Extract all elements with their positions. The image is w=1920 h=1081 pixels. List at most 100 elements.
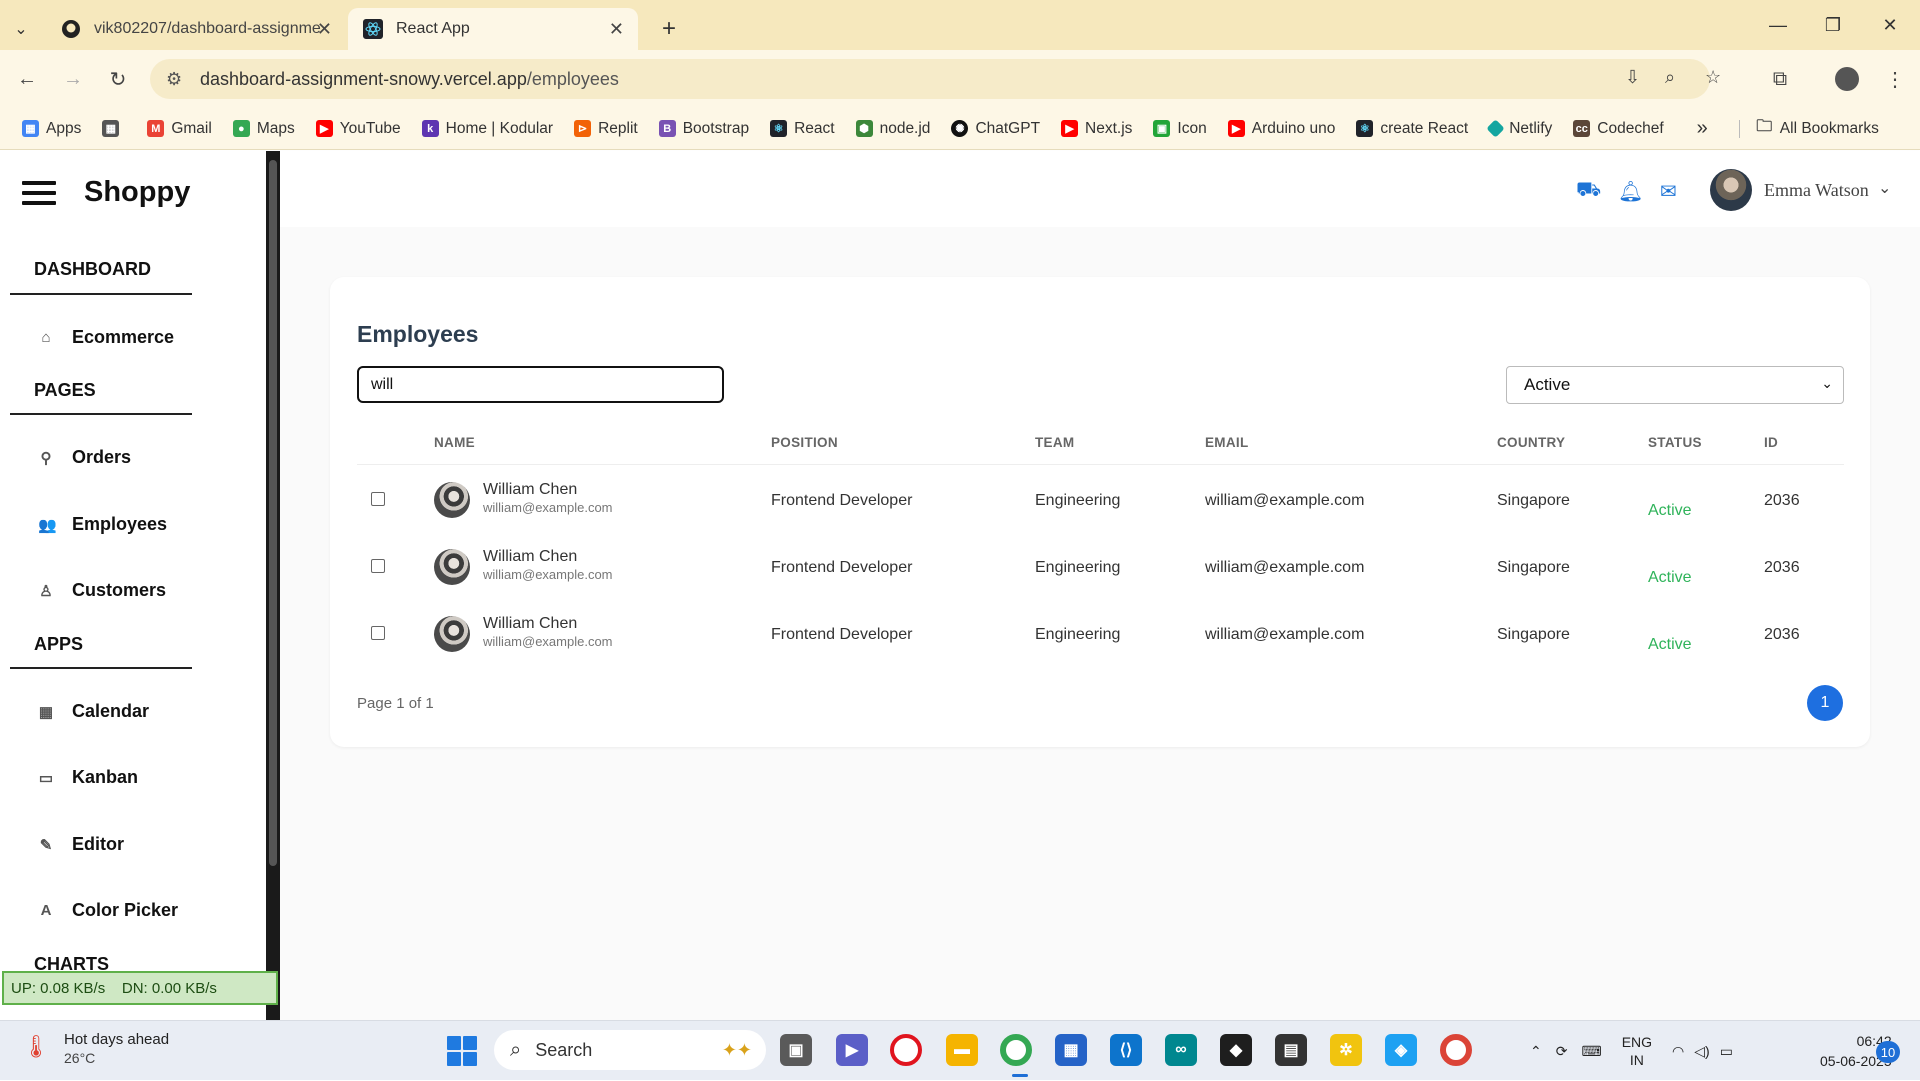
tab-github[interactable]: vik802207/dashboard-assignme ✕ <box>46 8 346 50</box>
react-icon <box>362 18 384 40</box>
teams-icon[interactable]: ▶ <box>836 1034 868 1066</box>
table-row[interactable]: William Chen william@example.com Fronten… <box>357 534 1844 601</box>
sidebar-scrollbar-thumb[interactable] <box>269 160 277 866</box>
weather-temp: 26°C <box>64 1050 96 1066</box>
bookmark-nextjs[interactable]: ▶ Next.js <box>1061 120 1132 138</box>
arduino-icon[interactable]: ∞ <box>1165 1034 1197 1066</box>
sidebar-item-customers[interactable]: ♙ Customers <box>38 580 166 601</box>
status-filter-select[interactable]: Active ⌄ <box>1506 366 1844 404</box>
keyboard-icon[interactable]: ⌨ <box>1581 1043 1601 1060</box>
menu-icon[interactable]: ⋮ <box>1880 64 1910 94</box>
chevron-down-icon[interactable]: ⌄ <box>1878 178 1891 198</box>
bookmark-kodular[interactable]: k Home | Kodular <box>421 120 553 138</box>
bookmark-replit[interactable]: ⊳ Replit <box>574 120 638 138</box>
battery-icon[interactable]: ▭ <box>1720 1043 1733 1060</box>
row-checkbox[interactable] <box>371 626 385 640</box>
messenger-icon[interactable]: ◈ <box>1385 1034 1417 1066</box>
user-name[interactable]: Emma Watson <box>1764 180 1869 201</box>
sidebar-item-ecommerce[interactable]: ⌂ Ecommerce <box>38 327 174 348</box>
bookmark-netlify[interactable]: Netlify <box>1486 119 1552 138</box>
back-icon[interactable]: ← <box>12 64 42 94</box>
install-app-icon[interactable]: ⇩ <box>1625 67 1640 88</box>
minimize-icon[interactable]: — <box>1748 0 1808 50</box>
close-tab-icon[interactable]: ✕ <box>317 19 332 40</box>
hamburger-menu-icon[interactable] <box>22 180 56 205</box>
chevron-up-icon[interactable]: ⌃ <box>1530 1043 1542 1060</box>
opera-icon[interactable] <box>890 1034 922 1066</box>
taskbar-search[interactable]: ⌕ Search ✦✦ <box>494 1030 766 1070</box>
bookmark-react[interactable]: ⚛ React <box>770 120 835 138</box>
bookmarks-overflow-button[interactable]: » <box>1697 117 1708 140</box>
bookmark-bootstrap[interactable]: B Bootstrap <box>658 120 749 138</box>
sidebar-item-kanban[interactable]: ▭ Kanban <box>38 767 138 788</box>
sync-icon[interactable]: ⟳ <box>1556 1043 1568 1060</box>
restore-icon[interactable]: ❐ <box>1803 0 1863 50</box>
task-view-icon[interactable]: ▣ <box>780 1034 812 1066</box>
column-header-team[interactable]: TEAM <box>1035 435 1074 450</box>
column-header-status[interactable]: STATUS <box>1648 435 1702 450</box>
profile-avatar[interactable] <box>1832 64 1862 94</box>
bookmark-codechef[interactable]: cc Codechef <box>1573 120 1664 138</box>
column-header-email[interactable]: EMAIL <box>1205 435 1249 450</box>
column-header-country[interactable]: COUNTRY <box>1497 435 1565 450</box>
pinwheel-icon[interactable]: ✲ <box>1330 1034 1362 1066</box>
forward-icon[interactable]: → <box>58 64 88 94</box>
row-checkbox[interactable] <box>371 492 385 506</box>
bookmark-chatgpt[interactable]: ✺ ChatGPT <box>951 120 1040 138</box>
brand-title[interactable]: Shoppy <box>84 176 190 209</box>
reload-icon[interactable]: ↻ <box>103 64 133 94</box>
chrome-icon[interactable] <box>1000 1034 1032 1066</box>
figma-icon[interactable]: ◆ <box>1220 1034 1252 1066</box>
bell-icon[interactable]: 🔔︎ <box>1618 179 1643 204</box>
cart-icon[interactable]: ⛟ <box>1576 179 1601 204</box>
new-tab-button[interactable]: + <box>648 8 688 50</box>
language-indicator[interactable]: ENG IN <box>1622 1033 1652 1069</box>
close-window-icon[interactable]: ✕ <box>1860 0 1920 50</box>
address-bar[interactable]: ⚙ dashboard-assignment-snowy.vercel.app/… <box>150 59 1721 99</box>
column-header-id[interactable]: ID <box>1764 435 1778 450</box>
bookmark-icon[interactable]: ▣ Icon <box>1153 120 1207 138</box>
wifi-icon[interactable]: ◠ <box>1672 1043 1684 1060</box>
row-checkbox[interactable] <box>371 559 385 573</box>
column-header-name[interactable]: NAME <box>434 435 475 450</box>
sidebar-item-orders[interactable]: ⚲ Orders <box>38 447 132 468</box>
column-header-position[interactable]: POSITION <box>771 435 838 450</box>
user-avatar[interactable] <box>1710 169 1752 211</box>
star-icon[interactable]: ☆ <box>1705 67 1721 88</box>
weather-widget[interactable]: 🌡︎ Hot days ahead 26°C <box>22 1031 169 1066</box>
extensions-icon[interactable]: ⧉ <box>1765 64 1795 94</box>
mail-icon[interactable]: ✉ <box>1660 179 1677 204</box>
sidebar-item-employees[interactable]: 👥 Employees <box>38 514 167 535</box>
notification-badge[interactable]: 10 <box>1876 1041 1900 1063</box>
bookmark-apps[interactable]: ▦ Apps <box>22 120 81 138</box>
sidebar-item-editor[interactable]: ✎ Editor <box>38 834 124 855</box>
close-tab-icon[interactable]: ✕ <box>609 19 624 40</box>
bookmark-youtube[interactable]: ▶ YouTube <box>315 120 401 138</box>
page-button[interactable]: 1 <box>1807 685 1843 721</box>
bookmark-nodejs[interactable]: ⬢ node.jd <box>855 120 930 138</box>
brand: Shoppy <box>22 176 190 209</box>
sidebar-item-color-picker[interactable]: A Color Picker <box>38 900 178 921</box>
tab-search-button[interactable]: ⌄ <box>0 8 42 50</box>
app-icon[interactable]: ▤ <box>1275 1034 1307 1066</box>
file-explorer-icon[interactable]: ▬ <box>946 1034 978 1066</box>
sidebar-item-calendar[interactable]: ▦ Calendar <box>38 701 149 722</box>
store-icon[interactable]: ▦ <box>1055 1034 1087 1066</box>
table-row[interactable]: William Chen william@example.com Fronten… <box>357 467 1844 534</box>
windows-start-icon[interactable] <box>447 1036 477 1066</box>
bookmark-gmail[interactable]: M Gmail <box>147 120 212 138</box>
zoom-icon[interactable]: ⌕ <box>1665 67 1675 88</box>
table-row[interactable]: William Chen william@example.com Fronten… <box>357 601 1844 668</box>
search-input[interactable] <box>357 366 724 403</box>
bookmark-arduino[interactable]: ▶ Arduino uno <box>1227 120 1335 138</box>
tab-title: React App <box>396 20 470 37</box>
all-bookmarks[interactable]: 🗀 All Bookmarks <box>1738 118 1879 138</box>
tab-react-app[interactable]: React App ✕ <box>348 8 638 50</box>
chrome-profile-icon[interactable] <box>1440 1034 1472 1066</box>
volume-icon[interactable]: ◁) <box>1694 1043 1709 1060</box>
bookmark-create-react[interactable]: ⚛ create React <box>1356 120 1468 138</box>
site-info-icon[interactable]: ⚙ <box>166 69 188 90</box>
bookmark-maps[interactable]: ● Maps <box>232 120 295 138</box>
vscode-icon[interactable]: ⟨⟩ <box>1110 1034 1142 1066</box>
bookmark-tabgroups[interactable]: ▦ <box>102 120 126 137</box>
